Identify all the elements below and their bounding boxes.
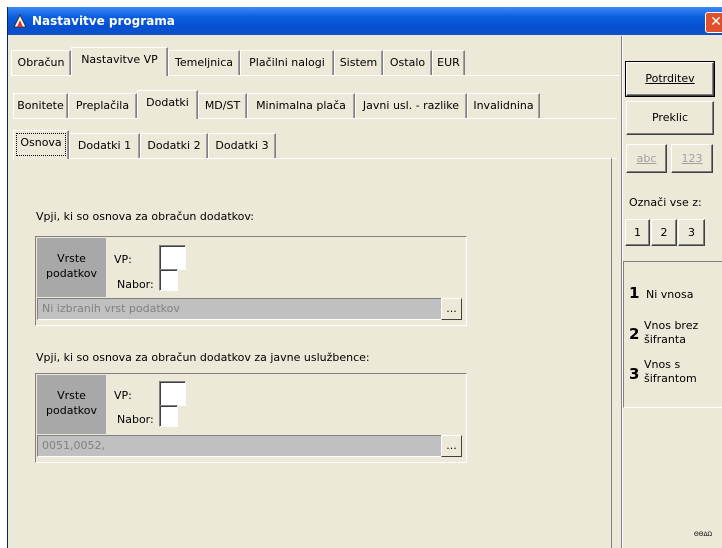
legend-num-3: 3 (629, 365, 640, 383)
corner-mark: ΘΘΔΩ (694, 531, 713, 538)
tab-ostalo[interactable]: Ostalo (383, 50, 432, 75)
close-button[interactable]: ✕ (705, 12, 722, 33)
tab-label: MD/ST (204, 99, 241, 112)
cancel-label: Preklic (651, 111, 689, 124)
section1-nabor-checkbox[interactable] (159, 269, 178, 291)
abc-button[interactable]: abc (626, 144, 667, 173)
tab-eur[interactable]: EUR (432, 50, 465, 75)
section2-heading: Vpji, ki so osnova za obračun dodatkov z… (36, 351, 370, 364)
tab-label: Temeljnica (174, 56, 234, 69)
tab-label: Osnova (20, 136, 62, 149)
num-123-button[interactable]: 123 (671, 144, 713, 173)
section1-heading: Vpji, ki so osnova za obračun dodatkov: (36, 210, 254, 223)
tab-minimalna-placa[interactable]: Minimalna plača (247, 93, 355, 118)
section1-vp-label: VP: (114, 253, 132, 266)
section2-vrste-label: Vrste podatkov (37, 375, 106, 434)
section1-browse-button[interactable]: ... (441, 298, 462, 320)
window-title: Nastavitve programa (32, 14, 175, 28)
section2-vp-checkbox[interactable] (159, 381, 186, 406)
vrste-line2: podatkov (46, 404, 97, 417)
tab-label: Sistem (339, 56, 378, 69)
confirm-label: Potrditev (645, 72, 695, 85)
tab-label: Javni usl. - razlike (362, 99, 460, 112)
tab-nastavitve-vp[interactable]: Nastavitve VP (71, 47, 168, 76)
tab-label: Dodatki 2 (147, 139, 201, 152)
tab-temeljnica[interactable]: Temeljnica (168, 50, 240, 75)
tab-label: Obračun (17, 56, 65, 69)
mark-all-3-button[interactable]: 3 (678, 219, 705, 246)
vrste-line1: Vrste (57, 389, 86, 402)
tab-osnova[interactable]: Osnova (13, 130, 69, 159)
tab-dodatki[interactable]: Dodatki (137, 90, 198, 119)
tab-bonitete[interactable]: Bonitete (13, 93, 68, 118)
tab-label: Minimalna plača (256, 99, 346, 112)
section2-vp-label: VP: (114, 389, 132, 402)
section1-vrste-label: Vrste podatkov (37, 238, 106, 297)
mark-all-3-label: 3 (688, 226, 695, 239)
legend-num-1: 1 (629, 284, 640, 302)
sub2-tab-strip: Osnova Dodatki 1 Dodatki 2 Dodatki 3 (13, 130, 619, 159)
section2-selected-field[interactable]: 0051,0052, (37, 435, 441, 457)
mark-all-2-button[interactable]: 2 (651, 219, 677, 246)
tab-obracun[interactable]: Obračun (11, 50, 71, 75)
mark-all-label: Označi vse z: (629, 196, 702, 209)
title-bar[interactable]: Nastavitve programa (8, 7, 722, 35)
close-icon: ✕ (710, 14, 722, 30)
tab-label: Nastavitve VP (81, 53, 158, 66)
section2-nabor-label: Nabor: (117, 413, 154, 426)
tab-dodatki-3[interactable]: Dodatki 3 (208, 133, 276, 158)
legend-panel: 1 Ni vnosa 2 Vnos brez šifranta 3 Vnos s… (623, 261, 722, 408)
num-123-label: 123 (681, 152, 703, 165)
section1-vp-checkbox[interactable] (159, 245, 186, 270)
tab-dodatki-2[interactable]: Dodatki 2 (140, 133, 208, 158)
tab-divider (13, 158, 617, 159)
tab-label: Dodatki (146, 96, 189, 109)
section2-browse-button[interactable]: ... (441, 435, 462, 457)
tab-label: Dodatki 1 (77, 139, 132, 152)
abc-label: abc (636, 152, 657, 165)
tab-label: Preplačila (75, 99, 130, 112)
settings-window: Nastavitve programa ✕ Obračun Nastavitve… (7, 7, 722, 548)
mark-all-2-label: 2 (660, 226, 668, 239)
tab-invalidnina[interactable]: Invalidnina (467, 93, 540, 118)
tab-placilni-nalogi[interactable]: Plačilni nalogi (240, 50, 334, 75)
section1-nabor-label: Nabor: (117, 278, 154, 291)
tab-label: EUR (437, 56, 460, 69)
legend-num-2: 2 (629, 325, 640, 343)
tab-label: Invalidnina (473, 99, 534, 112)
tab-preplacila[interactable]: Preplačila (68, 93, 137, 118)
cancel-button[interactable]: Preklic (626, 101, 714, 135)
legend-text-3b: šifrantom (644, 372, 697, 385)
main-tab-strip: Obračun Nastavitve VP Temeljnica Plačiln… (11, 47, 621, 76)
tab-label: Dodatki 3 (215, 139, 269, 152)
tab-label: Bonitete (17, 99, 64, 112)
app-icon (13, 14, 27, 28)
sub-tab-strip: Bonitete Preplačila Dodatki MD/ST Minima… (13, 90, 619, 119)
legend-text-2b: šifranta (644, 333, 686, 346)
tab-sistem[interactable]: Sistem (334, 50, 383, 75)
mark-all-1-label: 1 (634, 226, 641, 239)
panel-right-edge (611, 158, 612, 548)
tab-label: Ostalo (389, 56, 426, 69)
mark-all-1-button[interactable]: 1 (625, 219, 650, 246)
vrste-line1: Vrste (57, 252, 86, 265)
legend-text-1: Ni vnosa (646, 288, 694, 301)
section1-selected-field[interactable]: Ni izbranih vrst podatkov (37, 298, 441, 320)
legend-text-2a: Vnos brez (644, 319, 699, 332)
tab-md-st[interactable]: MD/ST (198, 93, 247, 118)
confirm-button[interactable]: Potrditev (625, 61, 715, 97)
tab-dodatki-1[interactable]: Dodatki 1 (69, 133, 140, 158)
tab-divider (13, 118, 617, 119)
tab-javni-usl-razlike[interactable]: Javni usl. - razlike (355, 93, 467, 118)
section2-nabor-checkbox[interactable] (159, 405, 178, 427)
tab-label: Plačilni nalogi (249, 56, 325, 69)
vrste-line2: podatkov (46, 267, 97, 280)
legend-text-3a: Vnos s (644, 358, 681, 371)
